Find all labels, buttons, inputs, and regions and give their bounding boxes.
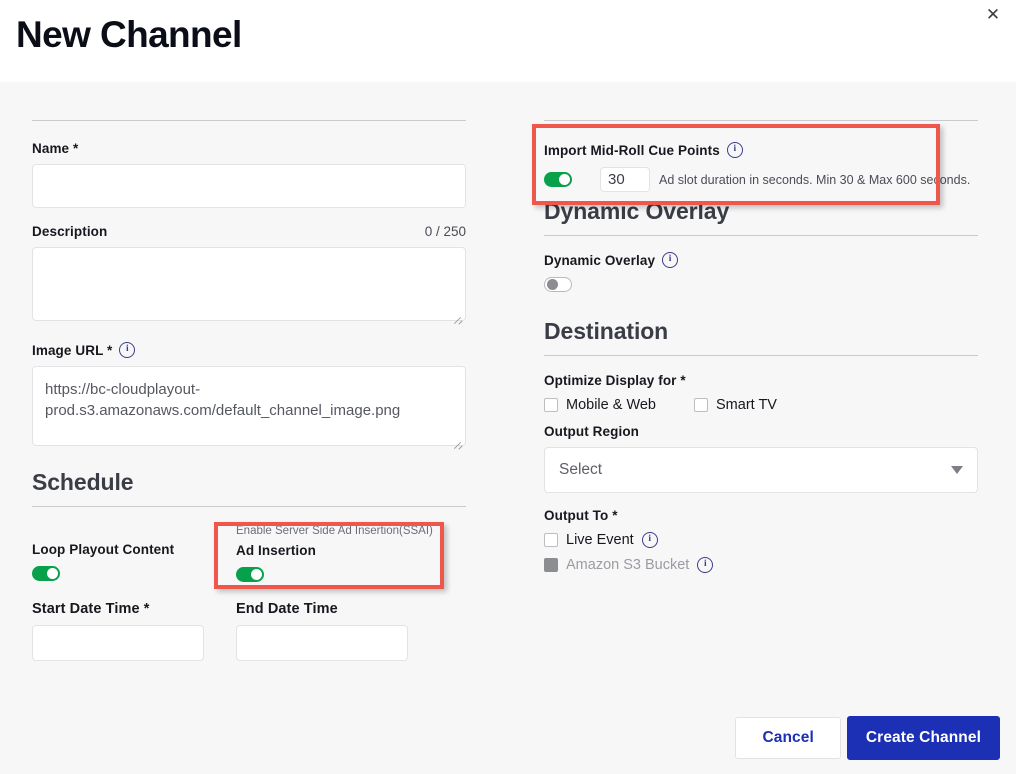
checkbox-mobile-web[interactable]: Mobile & Web bbox=[544, 397, 694, 413]
dynamic-overlay-section-title: Dynamic Overlay bbox=[544, 198, 978, 225]
left-top-divider bbox=[32, 120, 466, 121]
output-to-label: Output To * bbox=[544, 508, 978, 523]
cancel-button[interactable]: Cancel bbox=[735, 717, 840, 759]
info-icon[interactable]: i bbox=[727, 142, 743, 158]
ad-insertion-toggle[interactable] bbox=[236, 567, 264, 582]
destination-divider bbox=[544, 355, 978, 356]
destination-section: Destination Optimize Display for * Mobil… bbox=[544, 318, 978, 573]
dialog-footer: Cancel Create Channel bbox=[735, 716, 1000, 760]
end-date-input[interactable] bbox=[236, 625, 408, 661]
description-char-counter: 0 / 250 bbox=[425, 224, 466, 239]
output-region-label: Output Region bbox=[544, 424, 978, 439]
start-date-input[interactable] bbox=[32, 625, 204, 661]
destination-section-title: Destination bbox=[544, 318, 978, 345]
name-field-group: Name * bbox=[32, 141, 466, 208]
name-input[interactable] bbox=[32, 164, 466, 208]
info-icon[interactable]: i bbox=[119, 342, 135, 358]
checkbox-box[interactable] bbox=[544, 533, 558, 547]
schedule-divider bbox=[32, 506, 466, 507]
dynamic-overlay-divider bbox=[544, 235, 978, 236]
dynamic-overlay-label: Dynamic Overlay bbox=[544, 253, 655, 268]
create-channel-button[interactable]: Create Channel bbox=[847, 716, 1000, 760]
start-date-group: Start Date Time * bbox=[32, 601, 204, 661]
import-cue-points-label: Import Mid-Roll Cue Points bbox=[544, 143, 720, 158]
checkbox-box[interactable] bbox=[694, 398, 708, 412]
loop-playout-label: Loop Playout Content bbox=[32, 542, 174, 557]
left-column: Name * Description 0 / 250 Image URL * i… bbox=[32, 120, 466, 601]
image-url-label: Image URL * bbox=[32, 343, 112, 358]
schedule-section: Schedule Loop Playout Content Enable Ser… bbox=[32, 469, 466, 597]
ad-insertion-hint: Enable Server Side Ad Insertion(SSAI) bbox=[236, 525, 433, 537]
name-label: Name * bbox=[32, 141, 466, 156]
optimize-display-group: Optimize Display for * Mobile & Web Smar… bbox=[544, 373, 978, 413]
close-icon[interactable]: ✕ bbox=[978, 0, 1008, 30]
image-url-textarea[interactable]: https://bc-cloudplayout-prod.s3.amazonaw… bbox=[32, 366, 466, 446]
right-top-divider bbox=[544, 120, 978, 121]
ad-slot-duration-input[interactable] bbox=[600, 167, 650, 192]
optimize-display-label: Optimize Display for * bbox=[544, 373, 978, 388]
output-region-selected-value: Select bbox=[559, 461, 602, 479]
checkbox-box[interactable] bbox=[544, 398, 558, 412]
checkbox-label: Live Event bbox=[566, 532, 634, 548]
chevron-down-icon bbox=[951, 466, 963, 474]
checkbox-amazon-s3-bucket: Amazon S3 Bucket i bbox=[544, 557, 978, 573]
info-icon[interactable]: i bbox=[697, 557, 713, 573]
checkbox-label: Amazon S3 Bucket bbox=[566, 557, 689, 573]
checkbox-label: Smart TV bbox=[716, 397, 777, 413]
info-icon[interactable]: i bbox=[642, 532, 658, 548]
image-url-field-group: Image URL * i https://bc-cloudplayout-pr… bbox=[32, 342, 466, 451]
output-to-group: Output To * Live Event i Amazon S3 Bucke… bbox=[544, 508, 978, 573]
import-cue-points-group: Import Mid-Roll Cue Points i Ad slot dur… bbox=[544, 142, 978, 192]
ad-slot-duration-hint: Ad slot duration in seconds. Min 30 & Ma… bbox=[659, 173, 970, 187]
description-label: Description bbox=[32, 224, 107, 239]
loop-playout-group: Loop Playout Content bbox=[32, 542, 174, 586]
ad-insertion-label: Ad Insertion bbox=[236, 543, 433, 558]
dynamic-overlay-group: Dynamic Overlay i bbox=[544, 252, 978, 297]
page-title: New Channel bbox=[16, 11, 242, 59]
dynamic-overlay-toggle[interactable] bbox=[544, 277, 572, 292]
ad-insertion-group: Enable Server Side Ad Insertion(SSAI) Ad… bbox=[236, 525, 433, 587]
checkbox-box bbox=[544, 558, 558, 572]
description-textarea[interactable] bbox=[32, 247, 466, 321]
description-field-group: Description 0 / 250 bbox=[32, 224, 466, 326]
start-date-label: Start Date Time * bbox=[32, 601, 204, 617]
output-region-group: Output Region Select bbox=[544, 424, 978, 493]
right-column: Import Mid-Roll Cue Points i Ad slot dur… bbox=[544, 120, 978, 573]
schedule-section-title: Schedule bbox=[32, 469, 466, 496]
checkbox-smart-tv[interactable]: Smart TV bbox=[694, 397, 777, 413]
import-cue-points-toggle[interactable] bbox=[544, 172, 572, 187]
end-date-group: End Date Time bbox=[236, 601, 408, 661]
info-icon[interactable]: i bbox=[662, 252, 678, 268]
checkbox-label: Mobile & Web bbox=[566, 397, 656, 413]
loop-playout-toggle[interactable] bbox=[32, 566, 60, 581]
dynamic-overlay-section: Dynamic Overlay Dynamic Overlay i bbox=[544, 198, 978, 297]
checkbox-live-event[interactable]: Live Event i bbox=[544, 532, 978, 548]
dialog-header: New Channel ✕ bbox=[0, 0, 1016, 82]
end-date-label: End Date Time bbox=[236, 601, 408, 617]
output-region-select[interactable]: Select bbox=[544, 447, 978, 493]
